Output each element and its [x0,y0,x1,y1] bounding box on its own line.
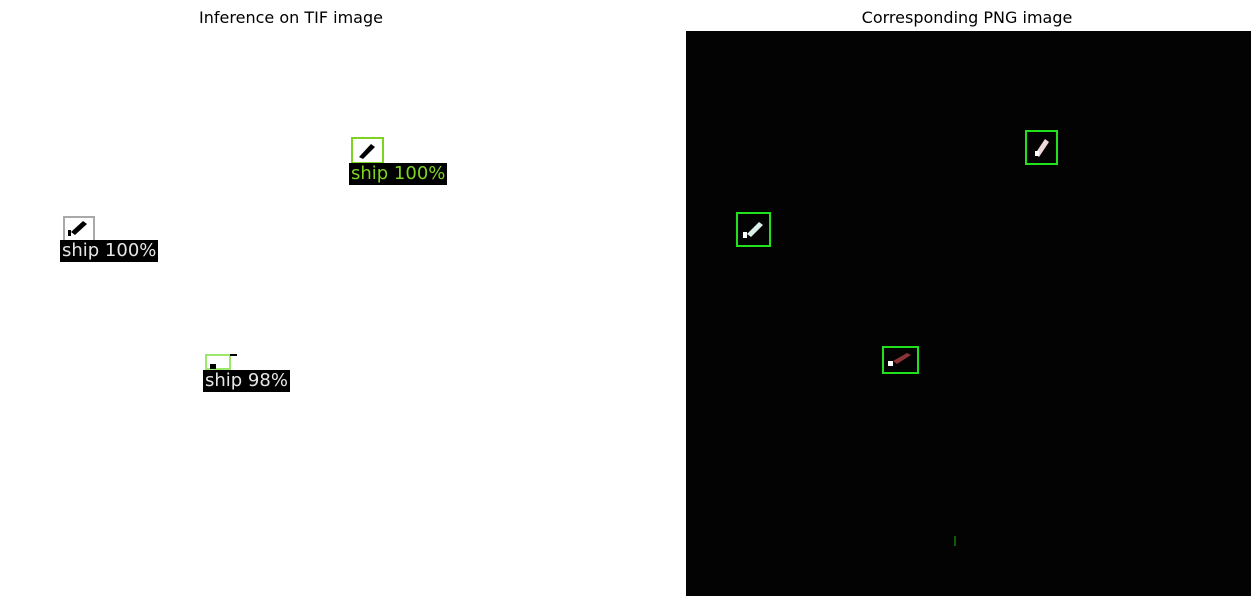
png-detection-box-1 [1025,130,1058,165]
detection-box-1 [351,137,384,164]
detection-label-3: ship 98% [203,370,290,392]
png-ship-2 [743,222,763,238]
png-image-panel [686,31,1251,596]
detection-label-1: ship 100% [349,163,448,185]
detection-box-3 [205,354,231,370]
ship-fragment-3 [230,354,237,356]
tif-image-panel: ship 100% ship 100% ship 98% [0,31,565,596]
left-panel-title: Inference on TIF image [199,8,383,27]
png-detection-box-3 [882,346,919,374]
png-detection-box-2 [736,212,771,247]
png-ship-3 [888,353,911,366]
right-panel-title: Corresponding PNG image [861,8,1073,27]
ship-glyph-2 [68,221,87,236]
detection-label-2: ship 100% [60,240,159,262]
detection-box-2 [63,216,95,242]
ship-glyph-1 [359,144,375,159]
png-ship-1 [1035,139,1049,157]
png-noise-speck [954,536,956,546]
